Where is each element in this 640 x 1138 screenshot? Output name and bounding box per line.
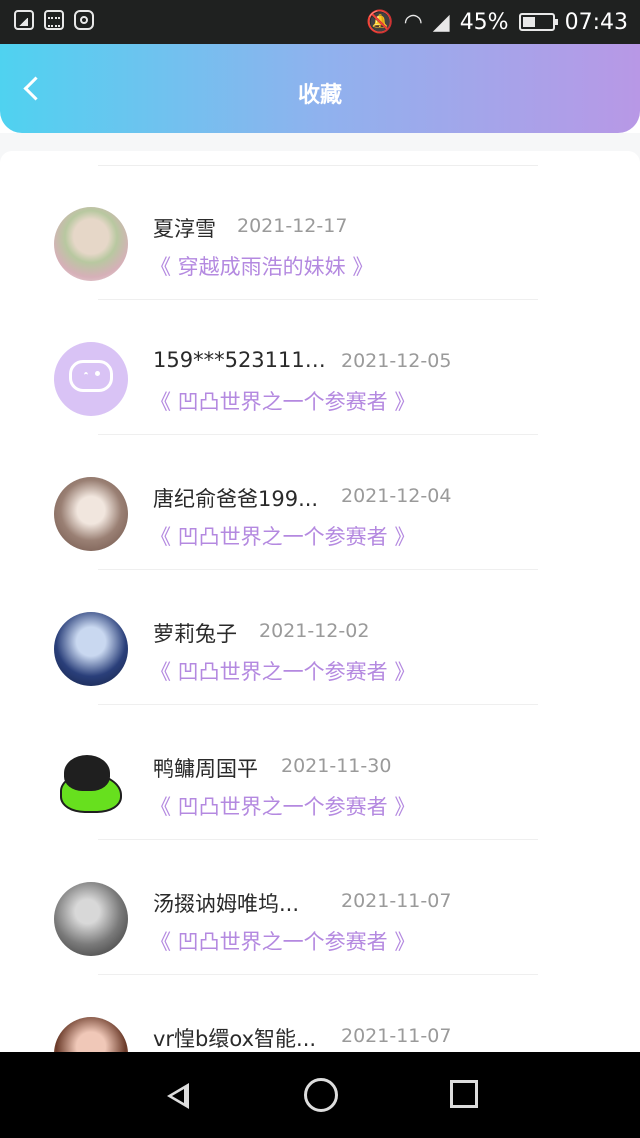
clock: 07:43 <box>564 9 628 35</box>
avatar <box>54 342 128 416</box>
book-title-link[interactable]: 《 凹凸世界之一个参赛者 》 <box>150 386 415 416</box>
list-item[interactable]: vr惶b缳ox智能... 2021-11-07 <box>0 975 640 1052</box>
header-bar: 收藏 <box>0 44 640 133</box>
avatar <box>54 207 128 281</box>
list-item[interactable]: 汤掇讷姆唯坞... 2021-11-07 《 凹凸世界之一个参赛者 》 <box>0 840 640 975</box>
battery-icon <box>518 13 558 31</box>
favorite-date: 2021-12-02 <box>259 620 370 642</box>
wifi-icon: ◠ <box>403 9 423 35</box>
user-name: 鸭鳙周国平 <box>153 757 258 781</box>
user-name: 夏淳雪 <box>153 217 216 241</box>
system-nav-bar <box>0 1052 640 1138</box>
avatar <box>54 1017 128 1052</box>
chat-bubble-icon <box>69 360 113 392</box>
nav-back-button[interactable] <box>163 1078 197 1112</box>
book-title-link[interactable]: 《 凹凸世界之一个参赛者 》 <box>150 926 415 956</box>
status-bar: 🔕 ◠ ◢ 45% 07:43 <box>0 0 640 44</box>
image-icon <box>14 10 34 30</box>
user-name: 萝莉兔子 <box>153 622 237 646</box>
favorite-date: 2021-12-17 <box>237 215 348 237</box>
shopping-bag-icon <box>74 10 94 30</box>
favorites-list: 夏淳雪 2021-12-17 《 穿越成雨浩的妹妹 》 159***523111… <box>0 165 640 1052</box>
nav-home-button[interactable] <box>304 1078 338 1112</box>
avatar <box>54 747 128 821</box>
battery-percent: 45% <box>459 9 509 35</box>
user-name: 159***5231111... <box>153 348 328 372</box>
avatar <box>54 882 128 956</box>
list-item[interactable]: 夏淳雪 2021-12-17 《 穿越成雨浩的妹妹 》 <box>0 165 640 300</box>
nav-recent-apps-button[interactable] <box>448 1078 482 1112</box>
favorite-date: 2021-12-05 <box>341 350 452 372</box>
list-item[interactable]: 鸭鳙周国平 2021-11-30 《 凹凸世界之一个参赛者 》 <box>0 705 640 840</box>
user-name: vr惶b缳ox智能... <box>153 1027 317 1051</box>
list-item[interactable]: 159***5231111... 2021-12-05 《 凹凸世界之一个参赛者… <box>0 300 640 435</box>
favorite-date: 2021-11-07 <box>341 1025 452 1047</box>
favorite-date: 2021-11-07 <box>341 890 452 912</box>
page-title: 收藏 <box>297 83 342 108</box>
signal-icon: ◢ <box>432 9 450 35</box>
book-title-link[interactable]: 《 凹凸世界之一个参赛者 》 <box>150 521 415 551</box>
mute-icon: 🔕 <box>366 9 394 35</box>
frog-head <box>64 755 110 791</box>
keyboard-icon <box>44 10 64 30</box>
favorite-date: 2021-11-30 <box>281 755 392 777</box>
book-title-link[interactable]: 《 凹凸世界之一个参赛者 》 <box>150 791 415 821</box>
user-name: 汤掇讷姆唯坞... <box>153 892 300 916</box>
avatar <box>54 477 128 551</box>
book-title-link[interactable]: 《 凹凸世界之一个参赛者 》 <box>150 656 415 686</box>
book-title-link[interactable]: 《 穿越成雨浩的妹妹 》 <box>150 251 373 281</box>
list-item[interactable]: 萝莉兔子 2021-12-02 《 凹凸世界之一个参赛者 》 <box>0 570 640 705</box>
favorite-date: 2021-12-04 <box>341 485 452 507</box>
favorites-card: 夏淳雪 2021-12-17 《 穿越成雨浩的妹妹 》 159***523111… <box>0 151 640 1052</box>
list-item[interactable]: 唐纪俞爸爸199... 2021-12-04 《 凹凸世界之一个参赛者 》 <box>0 435 640 570</box>
avatar <box>54 612 128 686</box>
user-name: 唐纪俞爸爸199... <box>153 487 319 511</box>
favorites-content[interactable]: 夏淳雪 2021-12-17 《 穿越成雨浩的妹妹 》 159***523111… <box>0 133 640 1052</box>
